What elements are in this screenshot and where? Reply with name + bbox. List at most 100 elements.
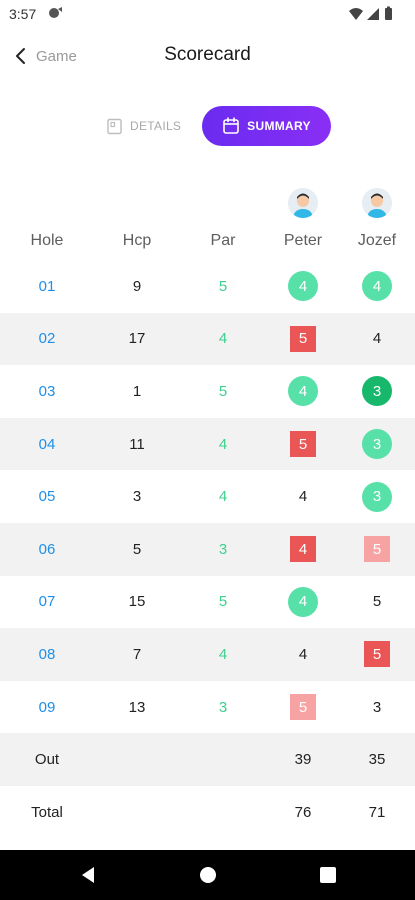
score-jozef[interactable]: 3 — [347, 470, 407, 523]
score-peter[interactable]: 4 — [273, 523, 333, 576]
score-jozef[interactable]: 5 — [347, 523, 407, 576]
hole-handicap-value: 9 — [132, 277, 142, 295]
score-jozef[interactable]: 5 — [347, 628, 407, 681]
table-header-row: Hole Hcp Par Peter Jozef — [0, 222, 415, 260]
hole-handicap: 3 — [107, 470, 167, 523]
score-peter[interactable]: 5 — [273, 681, 333, 734]
score-peter-value: 4 — [290, 536, 316, 563]
score-peter[interactable]: 5 — [273, 313, 333, 366]
hole-par-value: 3 — [218, 698, 228, 716]
calendar-icon — [223, 117, 239, 134]
hole-number-link[interactable]: 05 — [17, 470, 77, 523]
hole-number-link-value: 08 — [38, 645, 56, 663]
nav-back-icon[interactable] — [77, 864, 99, 886]
table-row: 08 7 4 4 5 — [0, 628, 415, 681]
hole-par: 3 — [193, 523, 253, 576]
nav-recents-icon[interactable] — [317, 864, 339, 886]
total-row: Total 76 71 — [0, 786, 415, 839]
hole-handicap: 7 — [107, 628, 167, 681]
hole-handicap: 11 — [107, 418, 167, 471]
hole-par: 4 — [193, 313, 253, 366]
hole-number-link-value: 01 — [38, 277, 56, 295]
hole-number-link-value: 05 — [38, 488, 56, 506]
player-peter-avatar-icon — [288, 188, 318, 218]
player-avatars — [0, 186, 415, 222]
score-jozef-value: 3 — [362, 481, 392, 512]
hole-par-value: 5 — [218, 382, 228, 400]
nav-home-icon[interactable] — [197, 864, 219, 886]
hole-number-link-value: 04 — [38, 435, 56, 453]
hole-number-link[interactable]: 01 — [17, 260, 77, 313]
hole-number-link-value: 02 — [38, 330, 56, 348]
score-peter-value: 4 — [288, 271, 318, 302]
score-peter[interactable]: 5 — [273, 418, 333, 471]
hole-par-value: 4 — [218, 330, 228, 348]
score-jozef[interactable]: 3 — [347, 365, 407, 418]
hole-handicap: 13 — [107, 681, 167, 734]
score-peter-value: 4 — [288, 376, 318, 407]
hole-handicap-value: 17 — [128, 330, 146, 348]
hole-par-value: 4 — [218, 488, 228, 506]
hole-number-link[interactable]: 03 — [17, 365, 77, 418]
score-jozef[interactable]: 5 — [347, 576, 407, 629]
hole-handicap-value: 15 — [128, 593, 146, 611]
tab-details[interactable]: DETAILS — [100, 110, 187, 142]
score-peter[interactable]: 4 — [273, 260, 333, 313]
score-jozef[interactable]: 3 — [347, 418, 407, 471]
hole-number-link[interactable]: 08 — [17, 628, 77, 681]
score-jozef-value: 4 — [362, 271, 392, 302]
score-peter-value: 5 — [290, 694, 316, 721]
out-peter: 39 — [294, 751, 312, 769]
score-jozef-value: 3 — [362, 429, 392, 460]
system-navigation-bar — [0, 850, 415, 900]
score-peter[interactable]: 4 — [273, 470, 333, 523]
hole-handicap-value: 11 — [129, 435, 145, 453]
hole-handicap: 15 — [107, 576, 167, 629]
avatar[interactable] — [362, 188, 392, 218]
player-jozef-avatar-icon — [362, 188, 392, 218]
score-jozef-value: 5 — [364, 641, 390, 668]
hole-number-link[interactable]: 04 — [17, 418, 77, 471]
hole-number-link[interactable]: 06 — [17, 523, 77, 576]
score-jozef[interactable]: 3 — [347, 681, 407, 734]
score-peter-value: 4 — [298, 645, 308, 663]
table-row: 05 3 4 4 3 — [0, 470, 415, 523]
hole-handicap-value: 3 — [132, 488, 142, 506]
page-title: Scorecard — [164, 44, 251, 65]
score-jozef-value: 5 — [372, 593, 382, 611]
table-row: 07 15 5 4 5 — [0, 576, 415, 629]
hole-number-link[interactable]: 09 — [17, 681, 77, 734]
table-row: 03 1 5 4 3 — [0, 365, 415, 418]
hole-number-link-value: 07 — [38, 593, 56, 611]
table-row: 04 11 4 5 3 — [0, 417, 415, 471]
score-jozef[interactable]: 4 — [347, 260, 407, 313]
out-jozef: 35 — [368, 751, 386, 769]
avatar[interactable] — [288, 188, 318, 218]
hole-par: 5 — [193, 576, 253, 629]
hole-handicap-value: 7 — [132, 645, 142, 663]
hole-handicap: 1 — [107, 365, 167, 418]
hole-handicap: 9 — [107, 260, 167, 313]
hole-handicap: 17 — [107, 313, 167, 366]
score-peter[interactable]: 4 — [273, 628, 333, 681]
hole-par: 4 — [193, 418, 253, 471]
hole-par: 5 — [193, 365, 253, 418]
hole-handicap-value: 13 — [128, 698, 146, 716]
tab-summary[interactable]: SUMMARY — [202, 106, 331, 146]
column-header-peter: Peter — [283, 232, 323, 249]
hole-par-value: 5 — [218, 277, 228, 295]
hole-par: 5 — [193, 260, 253, 313]
score-peter[interactable]: 4 — [273, 365, 333, 418]
hole-number-link-value: 06 — [38, 540, 56, 558]
score-jozef[interactable]: 4 — [347, 313, 407, 366]
hole-number-link[interactable]: 07 — [17, 576, 77, 629]
scorecard-table: Hole Hcp Par Peter Jozef 01 9 5 4 4 02 17 4 5 4 03… — [0, 186, 415, 839]
total-label: Total — [31, 803, 63, 821]
score-peter[interactable]: 4 — [273, 576, 333, 629]
status-bar: 3:57 — [0, 0, 415, 28]
score-peter-value: 4 — [298, 488, 308, 506]
document-icon — [107, 118, 122, 134]
hole-par-value: 4 — [218, 645, 228, 663]
column-header-jozef: Jozef — [357, 232, 397, 249]
hole-number-link[interactable]: 02 — [17, 313, 77, 366]
